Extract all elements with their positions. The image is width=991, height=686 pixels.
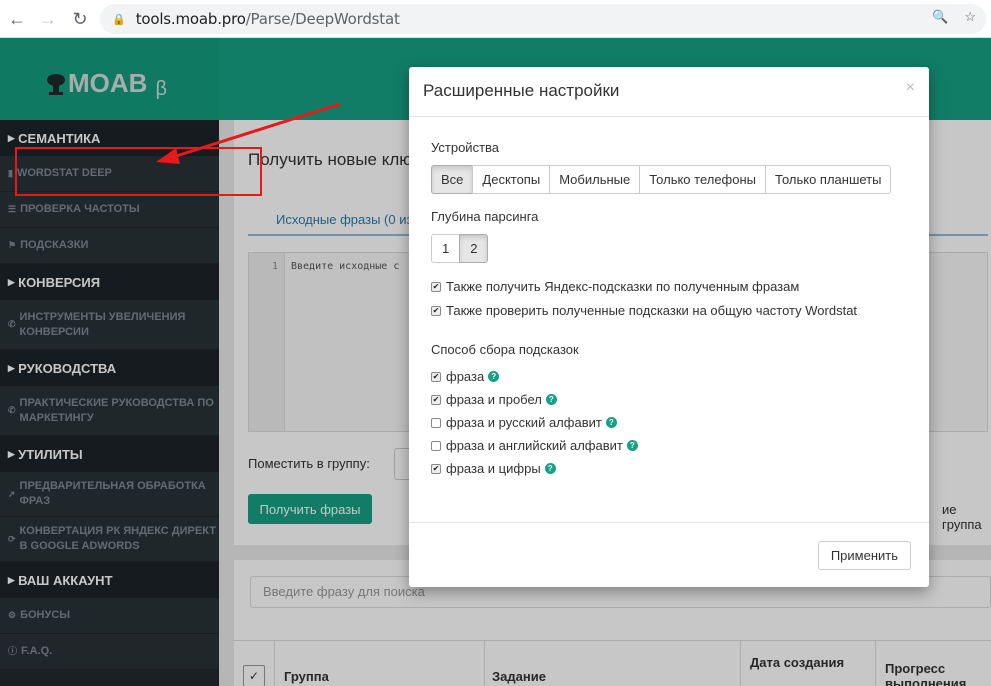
depth-label: Глубина парсинга [431,209,539,224]
device-desktop-button[interactable]: Десктопы [472,165,551,194]
close-icon[interactable]: × [906,79,915,97]
help-icon[interactable]: ? [488,371,500,382]
device-all-button[interactable]: Все [431,165,474,194]
checkbox[interactable] [431,440,441,451]
help-icon[interactable]: ? [605,417,617,428]
zoom-icon[interactable]: 🔍 [932,9,948,25]
depth-2-button[interactable]: 2 [459,234,489,263]
annotation-arrow [156,102,341,164]
address-bar[interactable]: 🔒 tools.moab.pro/Parse/DeepWordstat 🔍 ☆ [100,4,986,34]
lock-icon: 🔒 [112,13,126,26]
method-phrase-space[interactable]: ✔ фраза и пробел? [431,392,557,407]
url-text: tools.moab.pro/Parse/DeepWordstat [135,10,400,28]
method-phrase-russian[interactable]: фраза и русский алфавит? [431,415,617,430]
device-phones-button[interactable]: Только телефоны [639,165,767,194]
option-yandex-suggestions[interactable]: ✔ Также получить Яндекс-подсказки по полу… [431,279,799,294]
device-tablets-button[interactable]: Только планшеты [765,165,892,194]
modal-title: Расширенные настройки [423,81,620,100]
method-label: Способ сбора подсказок [431,342,579,357]
checkbox[interactable]: ✔ [431,463,441,474]
star-icon[interactable]: ☆ [964,9,976,25]
browser-toolbar: ← → ↻ 🔒 tools.moab.pro/Parse/DeepWordsta… [0,0,991,38]
apply-button[interactable]: Применить [817,541,911,570]
modal-header: Расширенные настройки × [409,67,929,117]
checkbox[interactable]: ✔ [431,305,441,316]
checkbox[interactable]: ✔ [431,281,441,292]
forward-icon[interactable]: → [38,9,58,29]
checkbox[interactable]: ✔ [431,371,441,382]
help-icon[interactable]: ? [626,440,638,451]
depth-button-group: 1 2 [431,234,489,263]
option-check-frequency[interactable]: ✔ Также проверить полученные подсказки на… [431,303,857,318]
method-phrase-english[interactable]: фраза и английский алфавит? [431,438,638,453]
method-phrase-digits[interactable]: ✔ фраза и цифры? [431,461,556,476]
checkbox[interactable]: ✔ [431,394,441,405]
reload-icon[interactable]: ↻ [70,9,90,29]
devices-label: Устройства [431,140,500,155]
checkbox[interactable] [431,417,441,428]
advanced-settings-modal: Расширенные настройки × Устройства Все Д… [409,67,929,587]
modal-footer: Применить [409,522,929,587]
devices-button-group: Все Десктопы Мобильные Только телефоны Т… [431,165,892,194]
help-icon[interactable]: ? [544,463,556,474]
depth-1-button[interactable]: 1 [431,234,461,263]
method-phrase[interactable]: ✔ фраза? [431,369,500,384]
help-icon[interactable]: ? [545,394,557,405]
device-mobile-button[interactable]: Мобильные [549,165,641,194]
back-icon[interactable]: ← [7,9,27,29]
